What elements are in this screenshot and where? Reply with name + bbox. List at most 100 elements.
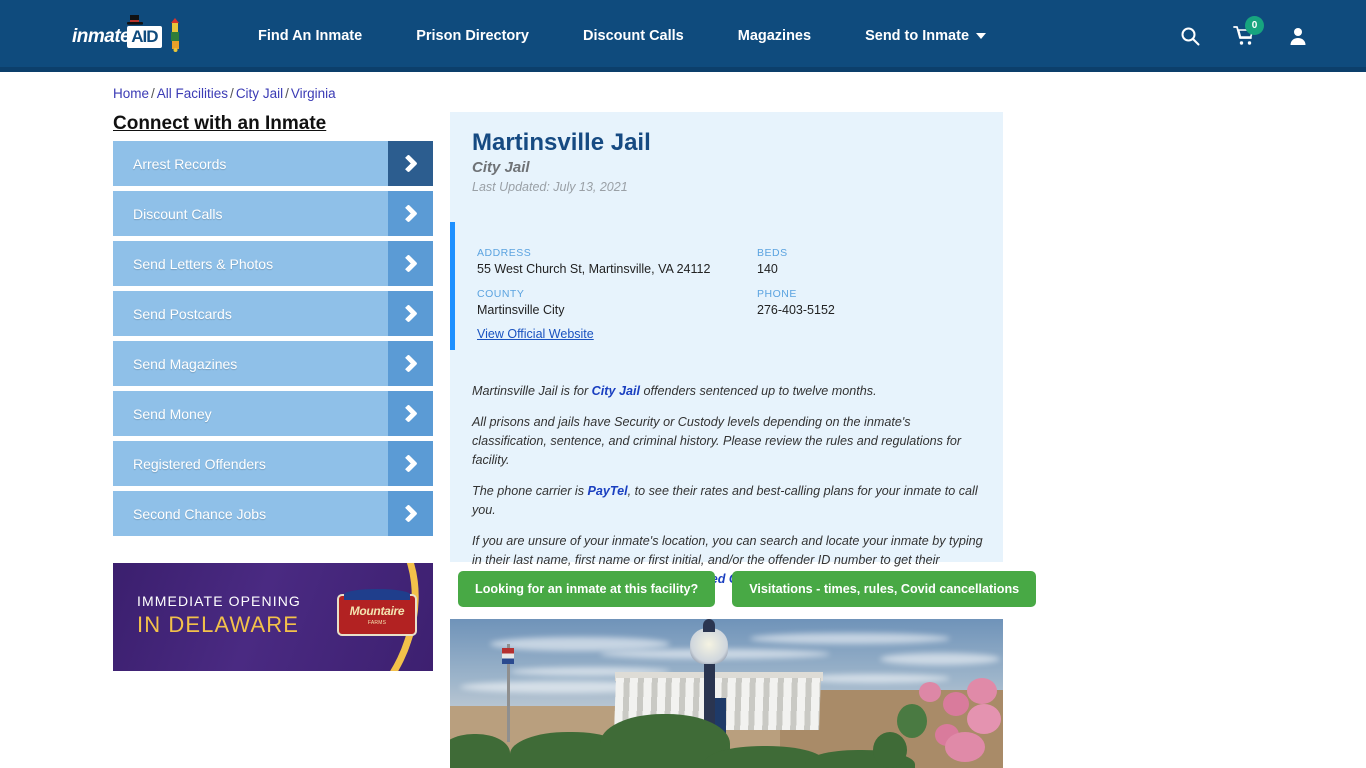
breadcrumb: Home / All Facilities / City Jail / Virginia xyxy=(113,86,336,101)
sidebar-heading: Connect with an Inmate xyxy=(113,113,327,134)
ad-brand-logo: Mountaire FARMS xyxy=(337,589,417,636)
desc-link-paytel[interactable]: PayTel xyxy=(588,484,628,498)
sidebar-menu: Arrest Records Discount Calls Send Lette… xyxy=(113,141,433,541)
sidebar-item-second-chance-jobs[interactable]: Second Chance Jobs xyxy=(113,491,433,536)
nav-item-find-an-inmate[interactable]: Find An Inmate xyxy=(258,28,362,44)
breadcrumb-item-city-jail[interactable]: City Jail xyxy=(236,86,283,101)
info-field-beds: BEDS 140 xyxy=(757,247,977,276)
nav-item-magazines[interactable]: Magazines xyxy=(738,28,811,44)
breadcrumb-separator: / xyxy=(151,86,155,101)
info-field-phone: PHONE 276-403-5152 xyxy=(757,288,977,317)
sidebar-item-discount-calls[interactable]: Discount Calls xyxy=(113,191,433,236)
chevron-right-icon xyxy=(388,391,433,436)
sidebar-item-label: Registered Offenders xyxy=(133,455,266,472)
info-field-county: COUNTY Martinsville City xyxy=(477,288,757,317)
sidebar-item-label: Send Magazines xyxy=(133,355,238,372)
sidebar-item-arrest-records[interactable]: Arrest Records xyxy=(113,141,433,186)
sidebar-item-registered-offenders[interactable]: Registered Offenders xyxy=(113,441,433,486)
accent-bar xyxy=(450,222,455,350)
cart-icon[interactable]: 0 xyxy=(1233,16,1264,47)
ad-brand-name: Mountaire xyxy=(349,604,405,618)
chevron-right-icon xyxy=(388,241,433,286)
nav-item-discount-calls[interactable]: Discount Calls xyxy=(583,28,684,44)
lamp-finial xyxy=(703,619,715,632)
sidebar-item-label: Send Money xyxy=(133,405,212,422)
description-paragraph-2: All prisons and jails have Security or C… xyxy=(472,415,962,467)
facility-description: Martinsville Jail is for City Jail offen… xyxy=(472,382,984,601)
chevron-right-icon xyxy=(388,441,433,486)
site-header: inmate AID Find An Inmate Prison Directo… xyxy=(0,0,1366,72)
header-icon-group: 0 xyxy=(1180,0,1308,72)
facility-type: City Jail xyxy=(472,159,530,176)
official-website-link[interactable]: View Official Website xyxy=(477,327,594,341)
flag-icon xyxy=(502,648,514,664)
ad-brand-arc xyxy=(344,589,410,600)
cloud-shape xyxy=(750,633,950,644)
facility-info-block: ADDRESS 55 West Church St, Martinsville,… xyxy=(450,222,1003,350)
sidebar-item-label: Second Chance Jobs xyxy=(133,505,267,522)
sidebar-item-send-letters-photos[interactable]: Send Letters & Photos xyxy=(113,241,433,286)
nav-label: Find An Inmate xyxy=(258,28,363,44)
nav-label: Prison Directory xyxy=(416,28,530,44)
logo-badge: AID xyxy=(127,26,162,48)
logo-wordmark: inmate xyxy=(72,26,131,47)
main-navigation: Find An Inmate Prison Directory Discount… xyxy=(258,0,1040,72)
breadcrumb-separator: / xyxy=(230,86,234,101)
page-title: Martinsville Jail xyxy=(472,129,651,156)
sidebar-item-label: Discount Calls xyxy=(133,205,223,222)
user-icon[interactable] xyxy=(1288,26,1308,46)
find-inmate-button[interactable]: Looking for an inmate at this facility? xyxy=(458,571,716,607)
breadcrumb-separator: / xyxy=(285,86,289,101)
facility-info-grid: ADDRESS 55 West Church St, Martinsville,… xyxy=(477,247,977,317)
nav-item-prison-directory[interactable]: Prison Directory xyxy=(416,28,529,44)
chevron-right-icon xyxy=(388,141,433,186)
facility-photo xyxy=(450,619,1003,768)
ad-brand-subtitle: FARMS xyxy=(367,620,387,626)
sidebar-item-label: Send Postcards xyxy=(133,305,232,322)
crepe-myrtle-tree xyxy=(873,658,1003,768)
ad-headline-line2: IN DELAWARE xyxy=(137,612,300,637)
chevron-right-icon xyxy=(388,291,433,336)
desc-text: offenders sentenced up to twelve months. xyxy=(639,384,877,398)
search-icon[interactable] xyxy=(1180,26,1200,46)
mascot-icon xyxy=(171,18,179,52)
cart-count-badge: 0 xyxy=(1245,16,1264,35)
action-button-row: Looking for an inmate at this facility? … xyxy=(458,571,1037,607)
description-paragraph-1: Martinsville Jail is for City Jail offen… xyxy=(472,382,984,401)
chevron-right-icon xyxy=(388,191,433,236)
chevron-right-icon xyxy=(388,491,433,536)
info-field-address: ADDRESS 55 West Church St, Martinsville,… xyxy=(477,247,757,276)
info-label: ADDRESS xyxy=(477,247,532,259)
ad-headline-line1: IMMEDIATE OPENING xyxy=(137,593,301,609)
lamp-head xyxy=(690,628,728,664)
breadcrumb-item-all-facilities[interactable]: All Facilities xyxy=(157,86,228,101)
sidebar-item-label: Send Letters & Photos xyxy=(133,255,274,272)
top-hat-icon xyxy=(127,15,143,25)
sidebar-item-send-money[interactable]: Send Money xyxy=(113,391,433,436)
breadcrumb-item-virginia[interactable]: Virginia xyxy=(291,86,336,101)
info-value: 140 xyxy=(757,262,778,276)
info-label: PHONE xyxy=(757,288,797,300)
chevron-right-icon xyxy=(388,341,433,386)
desc-text: The phone carrier is xyxy=(472,484,588,498)
breadcrumb-item-home[interactable]: Home xyxy=(113,86,149,101)
desc-text: Martinsville Jail is for xyxy=(472,384,592,398)
cloud-shape xyxy=(490,637,670,651)
site-logo[interactable]: inmate AID xyxy=(72,15,192,56)
visitations-button[interactable]: Visitations - times, rules, Covid cancel… xyxy=(732,571,1037,607)
facility-card: Martinsville Jail City Jail Last Updated… xyxy=(450,112,1003,586)
sidebar-item-send-magazines[interactable]: Send Magazines xyxy=(113,341,433,386)
nav-item-send-to-inmate[interactable]: Send to Inmate xyxy=(865,28,987,44)
nav-label: Magazines xyxy=(737,28,812,44)
chevron-down-icon xyxy=(976,33,987,39)
nav-label: Send to Inmate xyxy=(865,28,970,44)
sidebar-item-send-postcards[interactable]: Send Postcards xyxy=(113,291,433,336)
desc-link-city-jail[interactable]: City Jail xyxy=(592,384,640,398)
info-label: COUNTY xyxy=(477,288,525,300)
nav-label: Discount Calls xyxy=(583,28,684,44)
sidebar-ad-banner[interactable]: IMMEDIATE OPENING IN DELAWARE Mountaire … xyxy=(113,563,433,671)
info-label: BEDS xyxy=(757,247,788,259)
info-value: Martinsville City xyxy=(477,303,565,317)
sidebar-item-label: Arrest Records xyxy=(133,155,227,172)
info-value: 276-403-5152 xyxy=(757,303,835,317)
